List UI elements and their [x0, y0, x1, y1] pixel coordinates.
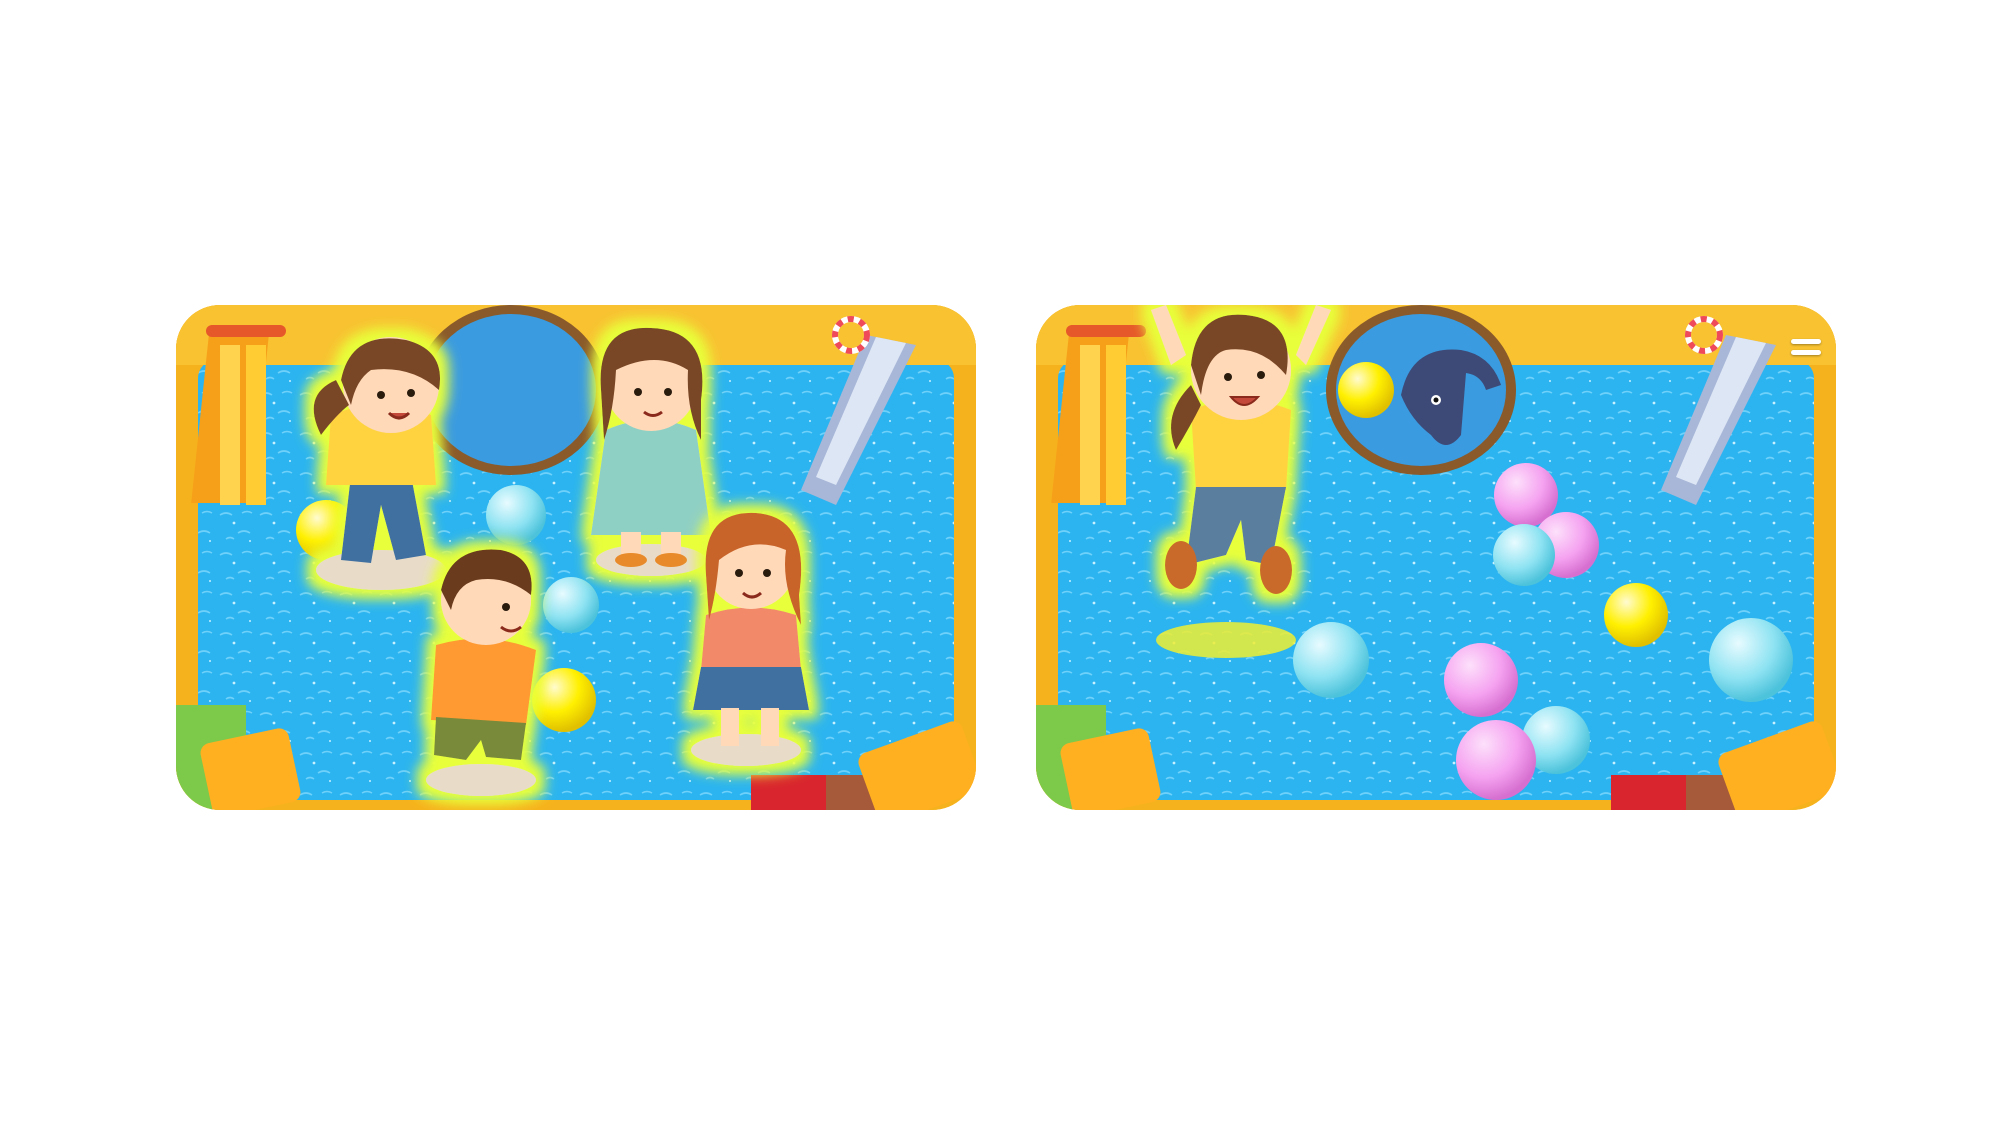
ball	[532, 668, 596, 732]
ball	[1493, 524, 1555, 586]
ball	[1456, 720, 1536, 800]
ball-pit-scene-right	[1036, 305, 1836, 810]
ball	[1604, 583, 1668, 647]
ball	[1338, 362, 1394, 418]
jump-shadow	[1156, 622, 1296, 658]
scene-panel-right	[1036, 305, 1836, 810]
scene-panel-left	[176, 305, 976, 810]
menu-bar	[1791, 339, 1821, 344]
ball	[1444, 643, 1518, 717]
ball	[543, 577, 599, 633]
ball	[486, 485, 546, 545]
menu-bar	[1791, 350, 1821, 355]
ball	[1293, 622, 1369, 698]
ball	[1709, 618, 1793, 702]
swim-ring	[416, 305, 606, 475]
hamburger-menu-button[interactable]	[1784, 325, 1828, 369]
ball-pit-scene-left	[176, 305, 976, 810]
